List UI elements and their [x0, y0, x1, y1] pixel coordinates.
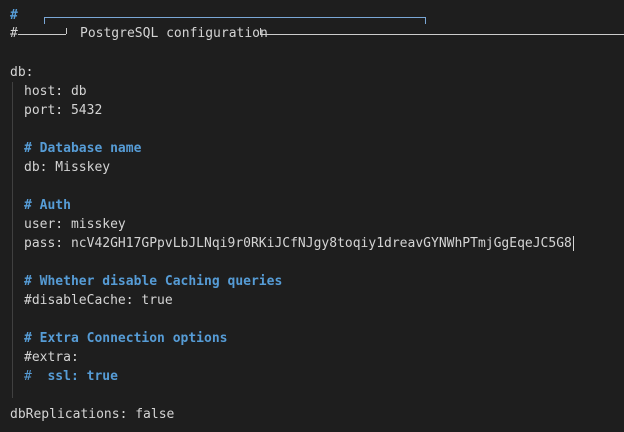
- extra-options-comment: # Extra Connection options: [24, 331, 228, 346]
- db-replications-line: dbReplications: false: [10, 407, 175, 422]
- db-section-key: db:: [10, 65, 34, 80]
- cache-comment: # Whether disable Caching queries: [24, 274, 283, 289]
- port-line: port: 5432: [24, 103, 103, 118]
- banner-hash-2: #: [10, 26, 18, 41]
- code-editor[interactable]: # # PostgreSQL configuration db: host: d…: [0, 0, 624, 432]
- ssl-hash: #: [24, 369, 32, 384]
- database-name-comment: # Database name: [24, 141, 142, 156]
- ssl-line-wrapper: # ssl: true: [10, 367, 624, 386]
- text-cursor: [572, 236, 574, 251]
- auth-comment: # Auth: [24, 198, 71, 213]
- ssl-line: ssl: true: [47, 369, 118, 384]
- db-name-line: db: Misskey: [24, 160, 111, 175]
- user-line: user: misskey: [24, 217, 126, 232]
- banner-frame-left: [18, 34, 66, 35]
- pass-line: pass: ncV42GH17GPpvLbJLNqi9r0RKiJCfNJgy8…: [24, 236, 572, 251]
- host-line: host: db: [24, 84, 87, 99]
- extra-line: #extra:: [24, 350, 79, 365]
- banner-hash-1: #: [10, 8, 18, 23]
- banner-frame-left-tick: [66, 28, 67, 34]
- pass-line-wrapper: pass: ncV42GH17GPpvLbJLNqi9r0RKiJCfNJgy8…: [10, 234, 624, 253]
- banner-frame-top: [44, 17, 426, 24]
- indent-guide: [12, 82, 13, 398]
- banner-title: PostgreSQL configuration: [80, 26, 268, 41]
- banner-frame-right: [260, 34, 624, 35]
- banner-comment: # # PostgreSQL configuration: [10, 6, 624, 44]
- disable-cache-line: #disableCache: true: [24, 293, 173, 308]
